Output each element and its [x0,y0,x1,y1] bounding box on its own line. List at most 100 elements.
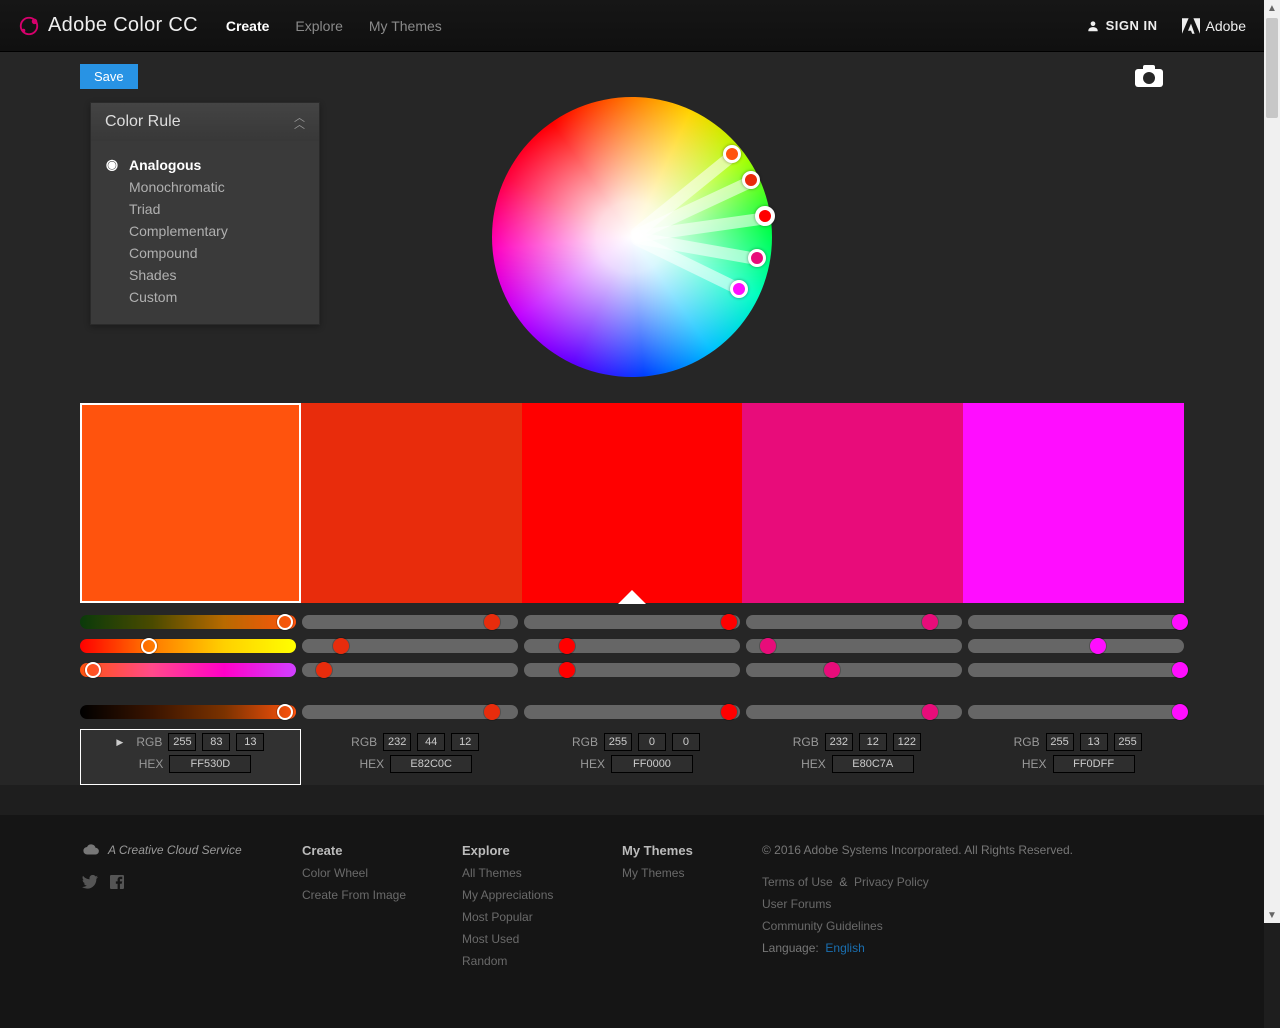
sign-in-link[interactable]: SIGN IN [1086,18,1158,33]
hex-input[interactable] [1053,755,1135,773]
rgb-input-g[interactable] [417,733,445,751]
footer-link-privacy[interactable]: Privacy Policy [854,875,929,889]
slider-handle[interactable] [1090,638,1106,654]
scroll-up-icon[interactable]: ▲ [1264,0,1280,16]
slider-handle[interactable] [333,638,349,654]
slider-track[interactable] [746,615,962,629]
slider-handle[interactable] [277,704,293,720]
slider-track[interactable] [80,663,296,677]
footer-link-random[interactable]: Random [462,954,582,968]
slider-handle[interactable] [824,662,840,678]
footer-link-all-themes[interactable]: All Themes [462,866,582,880]
rule-monochromatic[interactable]: Monochromatic [105,176,305,198]
hex-input[interactable] [832,755,914,773]
rgb-input-r[interactable] [1046,733,1074,751]
nav-mythemes[interactable]: My Themes [369,18,442,34]
slider-track[interactable] [746,663,962,677]
footer-link-used[interactable]: Most Used [462,932,582,946]
rgb-input-g[interactable] [202,733,230,751]
footer-link-terms[interactable]: Terms of Use [762,875,833,889]
slider-handle[interactable] [1172,662,1188,678]
slider-track[interactable] [302,705,518,719]
slider-handle[interactable] [559,638,575,654]
rgb-input-r[interactable] [604,733,632,751]
slider-track[interactable] [302,639,518,653]
rgb-input-r[interactable] [825,733,853,751]
twitter-icon[interactable] [82,875,98,889]
slider-handle[interactable] [141,638,157,654]
rgb-input-g[interactable] [638,733,666,751]
slider-handle[interactable] [316,662,332,678]
slider-track[interactable] [968,663,1184,677]
swatch[interactable] [522,403,743,603]
camera-icon[interactable] [1134,64,1164,91]
slider-handle[interactable] [85,662,101,678]
slider-track[interactable] [746,639,962,653]
slider-handle[interactable] [484,614,500,630]
slider-track[interactable] [524,615,740,629]
scroll-down-icon[interactable]: ▼ [1264,907,1280,923]
scroll-thumb[interactable] [1266,18,1278,118]
slider-track[interactable] [524,639,740,653]
slider-track[interactable] [302,663,518,677]
footer-link-create-image[interactable]: Create From Image [302,888,422,902]
mode-arrow-icon[interactable]: ▶ [116,737,122,748]
hex-input[interactable] [611,755,693,773]
facebook-icon[interactable] [110,875,124,889]
slider-track[interactable] [80,615,296,629]
slider-handle[interactable] [721,704,737,720]
rule-complementary[interactable]: Complementary [105,220,305,242]
footer-link-color-wheel[interactable]: Color Wheel [302,866,422,880]
footer-link-popular[interactable]: Most Popular [462,910,582,924]
rule-compound[interactable]: Compound [105,242,305,264]
slider-handle[interactable] [277,614,293,630]
nav-create[interactable]: Create [226,18,270,34]
slider-track[interactable] [524,705,740,719]
slider-track[interactable] [524,663,740,677]
rgb-input-b[interactable] [893,733,921,751]
wheel-knob[interactable] [742,171,760,189]
slider-track[interactable] [302,615,518,629]
scrollbar[interactable]: ▲ ▼ [1264,0,1280,923]
rule-custom[interactable]: Custom [105,286,305,308]
color-wheel[interactable] [492,97,772,377]
slider-track[interactable] [968,615,1184,629]
rgb-input-g[interactable] [1080,733,1108,751]
swatch[interactable] [301,403,522,603]
rule-analogous[interactable]: ◉Analogous [105,153,305,176]
slider-handle[interactable] [760,638,776,654]
wheel-knob[interactable] [748,249,766,267]
rule-shades[interactable]: Shades [105,264,305,286]
swatch[interactable] [742,403,963,603]
hex-input[interactable] [169,755,251,773]
save-button[interactable]: Save [80,64,138,89]
rgb-input-r[interactable] [383,733,411,751]
slider-handle[interactable] [922,614,938,630]
slider-handle[interactable] [922,704,938,720]
rgb-input-b[interactable] [236,733,264,751]
slider-track[interactable] [968,639,1184,653]
slider-track[interactable] [746,705,962,719]
slider-track[interactable] [80,705,296,719]
slider-handle[interactable] [1172,614,1188,630]
wheel-knob[interactable] [730,280,748,298]
footer-link-appreciations[interactable]: My Appreciations [462,888,582,902]
swatch[interactable] [963,403,1184,603]
slider-handle[interactable] [721,614,737,630]
slider-track[interactable] [968,705,1184,719]
footer-language-link[interactable]: English [825,941,864,955]
rgb-input-g[interactable] [859,733,887,751]
slider-handle[interactable] [484,704,500,720]
adobe-link[interactable]: Adobe [1182,18,1246,34]
rgb-input-b[interactable] [1114,733,1142,751]
footer-link-forums[interactable]: User Forums [762,897,1182,911]
nav-explore[interactable]: Explore [295,18,342,34]
wheel-knob[interactable] [723,145,741,163]
slider-track[interactable] [80,639,296,653]
rule-triad[interactable]: Triad [105,198,305,220]
rgb-input-r[interactable] [168,733,196,751]
footer-link-mythemes[interactable]: My Themes [622,866,722,880]
rgb-input-b[interactable] [451,733,479,751]
rgb-input-b[interactable] [672,733,700,751]
hex-input[interactable] [390,755,472,773]
